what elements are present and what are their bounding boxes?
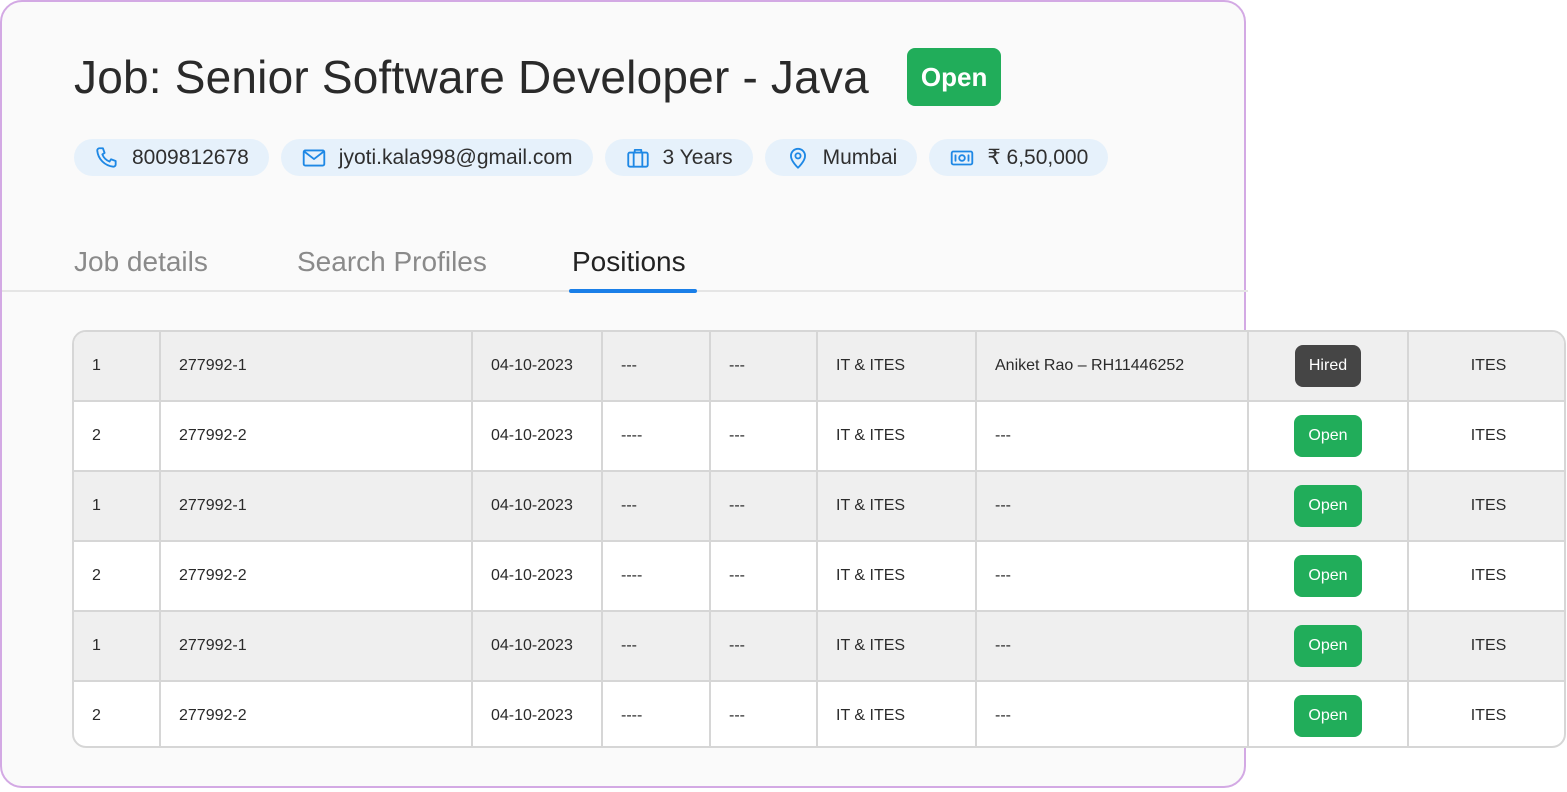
- position-id-cell: 277992-2: [160, 401, 473, 472]
- position-status-cell: Hired: [1248, 332, 1409, 402]
- position-status-badge: Open: [1294, 625, 1362, 667]
- position-id-cell: 277992-1: [160, 332, 473, 402]
- position-type-cell: ITES: [1408, 541, 1564, 612]
- position-field-cell: ----: [602, 681, 711, 746]
- job-status-badge: Open: [906, 48, 1002, 106]
- position-id-cell: 277992-1: [160, 611, 473, 682]
- experience-chip: 3 Years: [604, 139, 753, 176]
- position-number-cell: 1: [74, 611, 161, 682]
- position-field-cell: ---: [710, 401, 818, 472]
- phone-chip[interactable]: 8009812678: [74, 139, 269, 176]
- table-row[interactable]: 1 277992-1 04-10-2023 --- --- IT & ITES --- Ope…: [74, 611, 1564, 682]
- position-date-cell: 04-10-2023: [472, 541, 603, 612]
- tab-bar: Job details Search Profiles Positions: [2, 234, 1248, 293]
- position-status-badge: Open: [1294, 695, 1362, 737]
- position-candidate-cell: ---: [976, 541, 1249, 612]
- position-industry-cell: IT & ITES: [817, 471, 977, 542]
- position-status-badge: Open: [1294, 555, 1362, 597]
- position-field-cell: ----: [602, 401, 711, 472]
- position-type-cell: ITES: [1408, 471, 1564, 542]
- position-field-cell: ----: [602, 541, 711, 612]
- position-field-cell: ---: [710, 541, 818, 612]
- position-candidate-cell: ---: [976, 401, 1249, 472]
- position-type-cell: ITES: [1470, 707, 1507, 724]
- phone-text: 8009812678: [132, 145, 249, 169]
- position-type-cell: ITES: [1408, 332, 1564, 402]
- tab-search-profiles[interactable]: Search Profiles: [297, 246, 487, 278]
- position-status-badge: Open: [1294, 485, 1362, 527]
- position-field-cell: ---: [710, 471, 818, 542]
- email-text: jyoti.kala998@gmail.com: [338, 145, 573, 169]
- position-field-cell: ---: [710, 611, 818, 682]
- position-id-cell: 277992-2: [160, 681, 473, 746]
- position-number-cell: 2: [74, 541, 161, 612]
- tab-positions[interactable]: Positions: [572, 246, 686, 278]
- position-status-cell: Open: [1248, 401, 1409, 472]
- table-row[interactable]: 1 277992-1 04-10-2023 --- --- IT & ITES Aniket…: [74, 332, 1564, 402]
- positions-table: 1 277992-1 04-10-2023 --- --- IT & ITES Aniket…: [72, 330, 1566, 748]
- position-candidate-cell: ---: [976, 471, 1249, 542]
- position-type-cell: ITES: [1408, 401, 1564, 472]
- position-industry-cell: IT & ITES: [817, 681, 977, 746]
- table-row[interactable]: 1 277992-1 04-10-2023 --- --- IT & ITES --- Ope…: [74, 471, 1564, 542]
- table-row[interactable]: 2 277992-2 04-10-2023 ---- --- IT & ITES --- Op…: [74, 681, 1564, 746]
- position-type-cell: ITES: [1408, 611, 1564, 682]
- position-industry-cell: IT & ITES: [817, 541, 977, 612]
- position-status-cell: Open: [1248, 681, 1409, 746]
- position-field-cell: ---: [602, 471, 711, 542]
- tab-job-details[interactable]: Job details: [74, 246, 208, 278]
- position-number-cell: 2: [74, 681, 161, 746]
- position-field-cell: ---: [710, 681, 818, 746]
- job-title: Job: Senior Software Developer - Java: [74, 51, 869, 103]
- position-id-cell: 277992-1: [160, 471, 473, 542]
- position-status-cell: Open: [1248, 611, 1409, 682]
- position-status-cell: Open: [1248, 471, 1409, 542]
- position-industry-cell: IT & ITES: [817, 611, 977, 682]
- location-text: Mumbai: [822, 145, 898, 169]
- money-icon: [951, 150, 974, 165]
- phone-icon: [96, 146, 117, 168]
- position-field-cell: ---: [710, 332, 818, 402]
- position-date-cell: 04-10-2023: [472, 332, 603, 402]
- position-candidate-cell: ---: [976, 611, 1249, 682]
- table-row[interactable]: 2 277992-2 04-10-2023 ---- --- IT & ITES --- Op…: [74, 541, 1564, 612]
- job-header: Job: Senior Software Developer - Java Op…: [74, 48, 1002, 106]
- position-candidate-cell: Aniket Rao – RH11446252: [976, 332, 1249, 402]
- position-date-cell: 04-10-2023: [472, 471, 603, 542]
- position-field-cell: ---: [602, 332, 711, 402]
- salary-chip: ₹ 6,50,000: [929, 139, 1109, 176]
- position-status-badge: Hired: [1294, 345, 1362, 387]
- position-industry-cell: IT & ITES: [817, 332, 977, 402]
- email-chip[interactable]: jyoti.kala998@gmail.com: [280, 139, 593, 176]
- active-tab-indicator: [569, 289, 697, 293]
- position-status-badge: Open: [1294, 415, 1362, 457]
- position-field-cell: ---: [602, 611, 711, 682]
- position-status-cell: Open: [1248, 541, 1409, 612]
- location-chip: Mumbai: [764, 139, 918, 176]
- salary-text: ₹ 6,50,000: [987, 146, 1089, 169]
- position-date-cell: 04-10-2023: [472, 681, 603, 746]
- job-info-chips: 8009812678 jyoti.kala998@gmail.com 3 Yea…: [74, 139, 1109, 176]
- mail-icon: [302, 148, 326, 167]
- position-industry-cell: IT & ITES: [817, 401, 977, 472]
- table-row[interactable]: 2 277992-2 04-10-2023 ---- --- IT & ITES --- Op…: [74, 401, 1564, 472]
- position-candidate-cell: ---: [976, 681, 1249, 746]
- position-number-cell: 1: [74, 471, 161, 542]
- experience-text: 3 Years: [662, 145, 733, 169]
- position-number-cell: 1: [74, 332, 161, 402]
- position-id-cell: 277992-2: [160, 541, 473, 612]
- briefcase-icon: [626, 148, 649, 168]
- position-date-cell: 04-10-2023: [472, 401, 603, 472]
- position-number-cell: 2: [74, 401, 161, 472]
- location-pin-icon: [789, 147, 806, 169]
- position-date-cell: 04-10-2023: [472, 611, 603, 682]
